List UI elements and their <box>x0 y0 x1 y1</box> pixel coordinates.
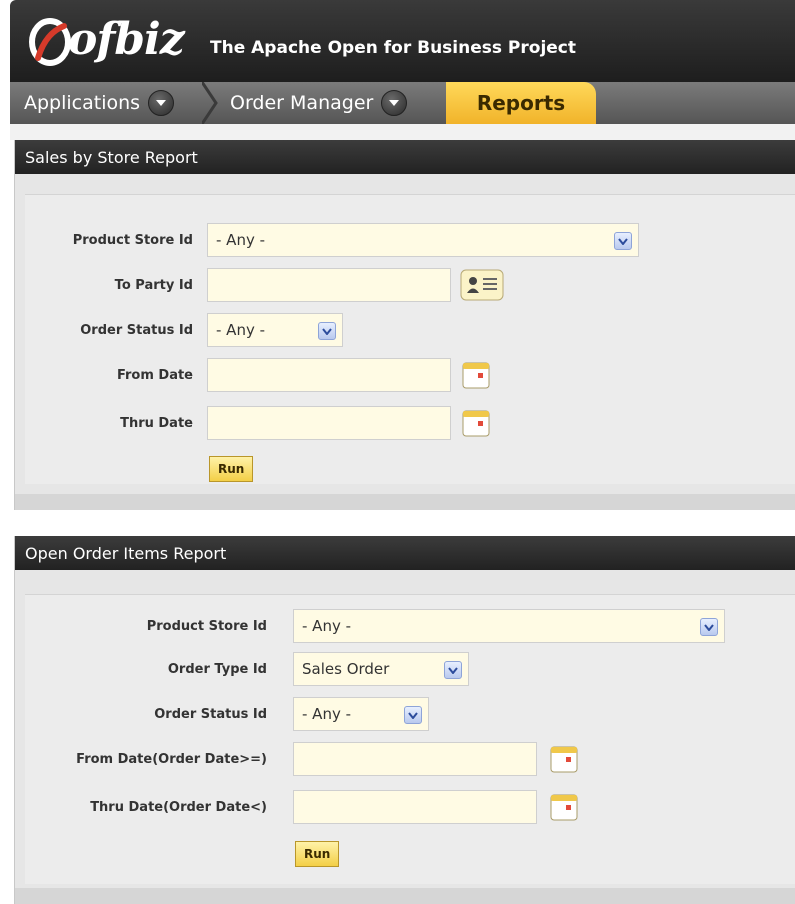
calendar-icon[interactable] <box>549 744 579 774</box>
open-order-items-panel: Open Order Items Report Product Store Id… <box>14 536 795 904</box>
tab-reports-label: Reports <box>476 91 566 115</box>
sales-by-store-panel: Sales by Store Report Product Store Id -… <box>14 140 795 510</box>
form-area: Product Store Id - Any - To Party Id Ord… <box>25 194 795 484</box>
tab-applications[interactable]: Applications <box>24 82 175 124</box>
product-store-value: - Any - <box>216 231 266 249</box>
tab-reports[interactable]: Reports <box>446 82 596 124</box>
order-type-select[interactable]: Sales Order <box>293 652 469 686</box>
order-type-value: Sales Order <box>302 660 390 678</box>
order-status-label: Order Status Id <box>80 323 193 338</box>
panel-footer <box>15 494 795 510</box>
from-date-label: From Date(Order Date>=) <box>76 752 267 767</box>
thru-date-label: Thru Date <box>120 416 193 431</box>
party-lookup-icon[interactable] <box>459 268 505 302</box>
chevron-down-icon[interactable] <box>614 232 632 250</box>
to-party-input[interactable] <box>207 268 451 302</box>
from-date-input[interactable] <box>207 358 451 392</box>
chevron-down-icon[interactable] <box>381 90 408 116</box>
to-party-label: To Party Id <box>114 278 193 293</box>
chevron-down-icon[interactable] <box>404 706 422 724</box>
chevron-down-icon[interactable] <box>148 90 175 116</box>
tab-subbar <box>10 124 795 140</box>
panel-title: Open Order Items Report <box>15 536 795 570</box>
from-date-label: From Date <box>116 368 193 383</box>
panel-title: Sales by Store Report <box>15 140 795 174</box>
order-type-label: Order Type Id <box>167 662 267 677</box>
order-status-value: - Any - <box>302 705 352 723</box>
panel-body: Product Store Id - Any - To Party Id Ord… <box>15 174 795 510</box>
chevron-down-icon[interactable] <box>444 661 462 679</box>
product-store-select[interactable]: - Any - <box>293 609 725 643</box>
product-store-label: Product Store Id <box>72 233 193 248</box>
product-store-value: - Any - <box>302 617 352 635</box>
logo-text: ofbiz <box>68 14 185 65</box>
order-status-select[interactable]: - Any - <box>293 697 429 731</box>
calendar-icon[interactable] <box>549 792 579 822</box>
chevron-down-icon[interactable] <box>700 618 718 636</box>
tab-order-manager-label: Order Manager <box>230 92 374 114</box>
run-button[interactable]: Run <box>295 841 340 867</box>
thru-date-label: Thru Date(Order Date<) <box>90 800 267 815</box>
ofbiz-logo-icon <box>29 18 71 66</box>
panel-body: Product Store Id - Any - Order Type Id S… <box>15 570 795 904</box>
panel-footer <box>15 888 795 904</box>
tab-separator <box>202 82 218 124</box>
tab-bar: Applications Order Manager Reports <box>10 82 795 124</box>
run-button[interactable]: Run <box>209 456 254 482</box>
calendar-icon[interactable] <box>461 360 491 390</box>
order-status-value: - Any - <box>216 321 266 339</box>
tab-applications-label: Applications <box>24 92 141 114</box>
app-tagline: The Apache Open for Business Project <box>210 38 576 58</box>
product-store-label: Product Store Id <box>146 619 267 634</box>
order-status-select[interactable]: - Any - <box>207 313 343 347</box>
calendar-icon[interactable] <box>461 408 491 438</box>
tab-order-manager[interactable]: Order Manager <box>230 82 408 124</box>
thru-date-input[interactable] <box>293 790 537 824</box>
app-header: ofbiz The Apache Open for Business Proje… <box>10 0 795 84</box>
order-status-label: Order Status Id <box>154 707 267 722</box>
thru-date-input[interactable] <box>207 406 451 440</box>
product-store-select[interactable]: - Any - <box>207 223 639 257</box>
from-date-input[interactable] <box>293 742 537 776</box>
chevron-down-icon[interactable] <box>318 322 336 340</box>
form-area: Product Store Id - Any - Order Type Id S… <box>25 594 795 884</box>
